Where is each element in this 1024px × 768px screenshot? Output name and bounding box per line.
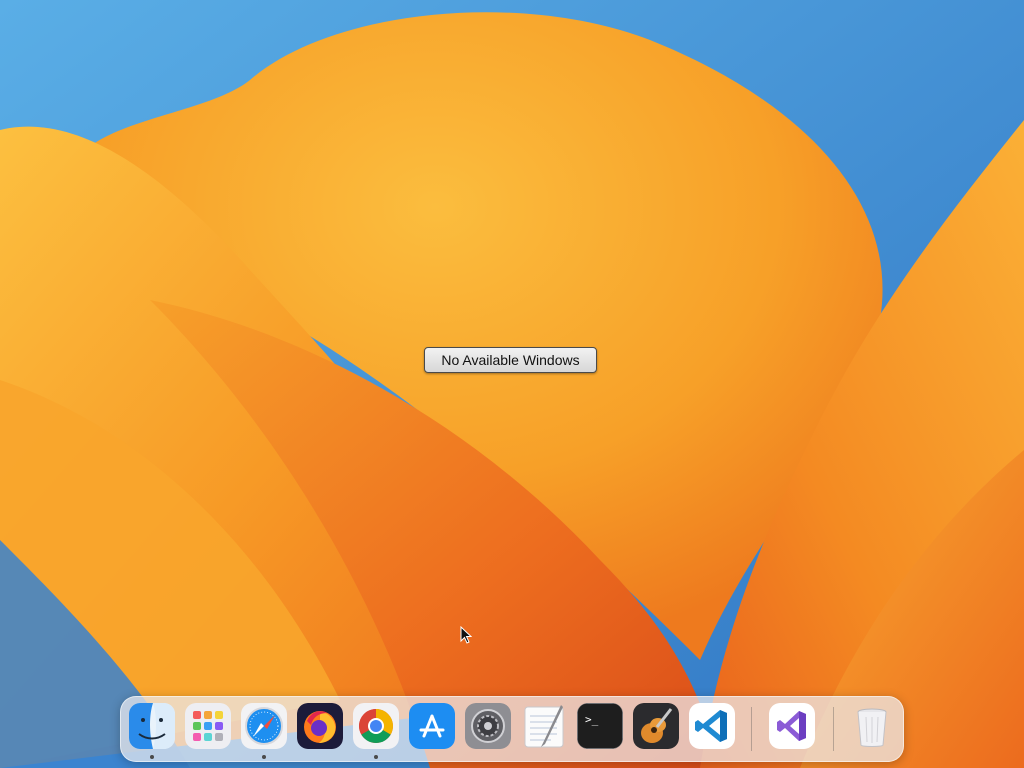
- dock-item-chrome[interactable]: [353, 703, 399, 749]
- visual-studio-icon: [769, 703, 815, 749]
- dock-item-textedit[interactable]: [521, 703, 567, 749]
- chrome-icon: [353, 703, 399, 749]
- dock-item-vscode[interactable]: [689, 703, 735, 749]
- dock-item-finder[interactable]: [129, 703, 175, 749]
- dock: >_: [120, 696, 904, 762]
- running-indicator: [374, 755, 378, 759]
- svg-text:>_: >_: [585, 713, 599, 726]
- dock-item-launchpad[interactable]: [185, 703, 231, 749]
- dock-item-visual-studio[interactable]: [769, 703, 815, 749]
- dock-item-system-settings[interactable]: [465, 703, 511, 749]
- trash-icon: [857, 708, 887, 747]
- dock-item-trash[interactable]: [849, 703, 895, 749]
- firefox-icon: [297, 703, 343, 749]
- wallpaper: [0, 0, 1024, 768]
- app-store-icon: [409, 703, 455, 749]
- desktop[interactable]: No Available Windows >_: [0, 0, 1024, 768]
- mouse-cursor-icon: [460, 626, 472, 644]
- dock-item-terminal[interactable]: >_: [577, 703, 623, 749]
- running-indicator: [150, 755, 154, 759]
- safari-icon: [241, 703, 287, 749]
- dock-item-garageband[interactable]: [633, 703, 679, 749]
- dock-item-safari[interactable]: [241, 703, 287, 749]
- dock-item-app-store[interactable]: [409, 703, 455, 749]
- running-indicator: [262, 755, 266, 759]
- vscode-icon: [689, 703, 735, 749]
- launchpad-icon: [185, 703, 231, 749]
- terminal-icon: >_: [577, 703, 623, 749]
- dock-separator: [833, 707, 834, 751]
- no-available-windows-label: No Available Windows: [424, 347, 597, 373]
- gear-icon: [465, 703, 511, 749]
- finder-icon: [129, 703, 175, 749]
- dock-item-firefox[interactable]: [297, 703, 343, 749]
- textedit-icon: [524, 705, 564, 748]
- guitar-icon: [633, 703, 679, 749]
- dock-separator: [751, 707, 752, 751]
